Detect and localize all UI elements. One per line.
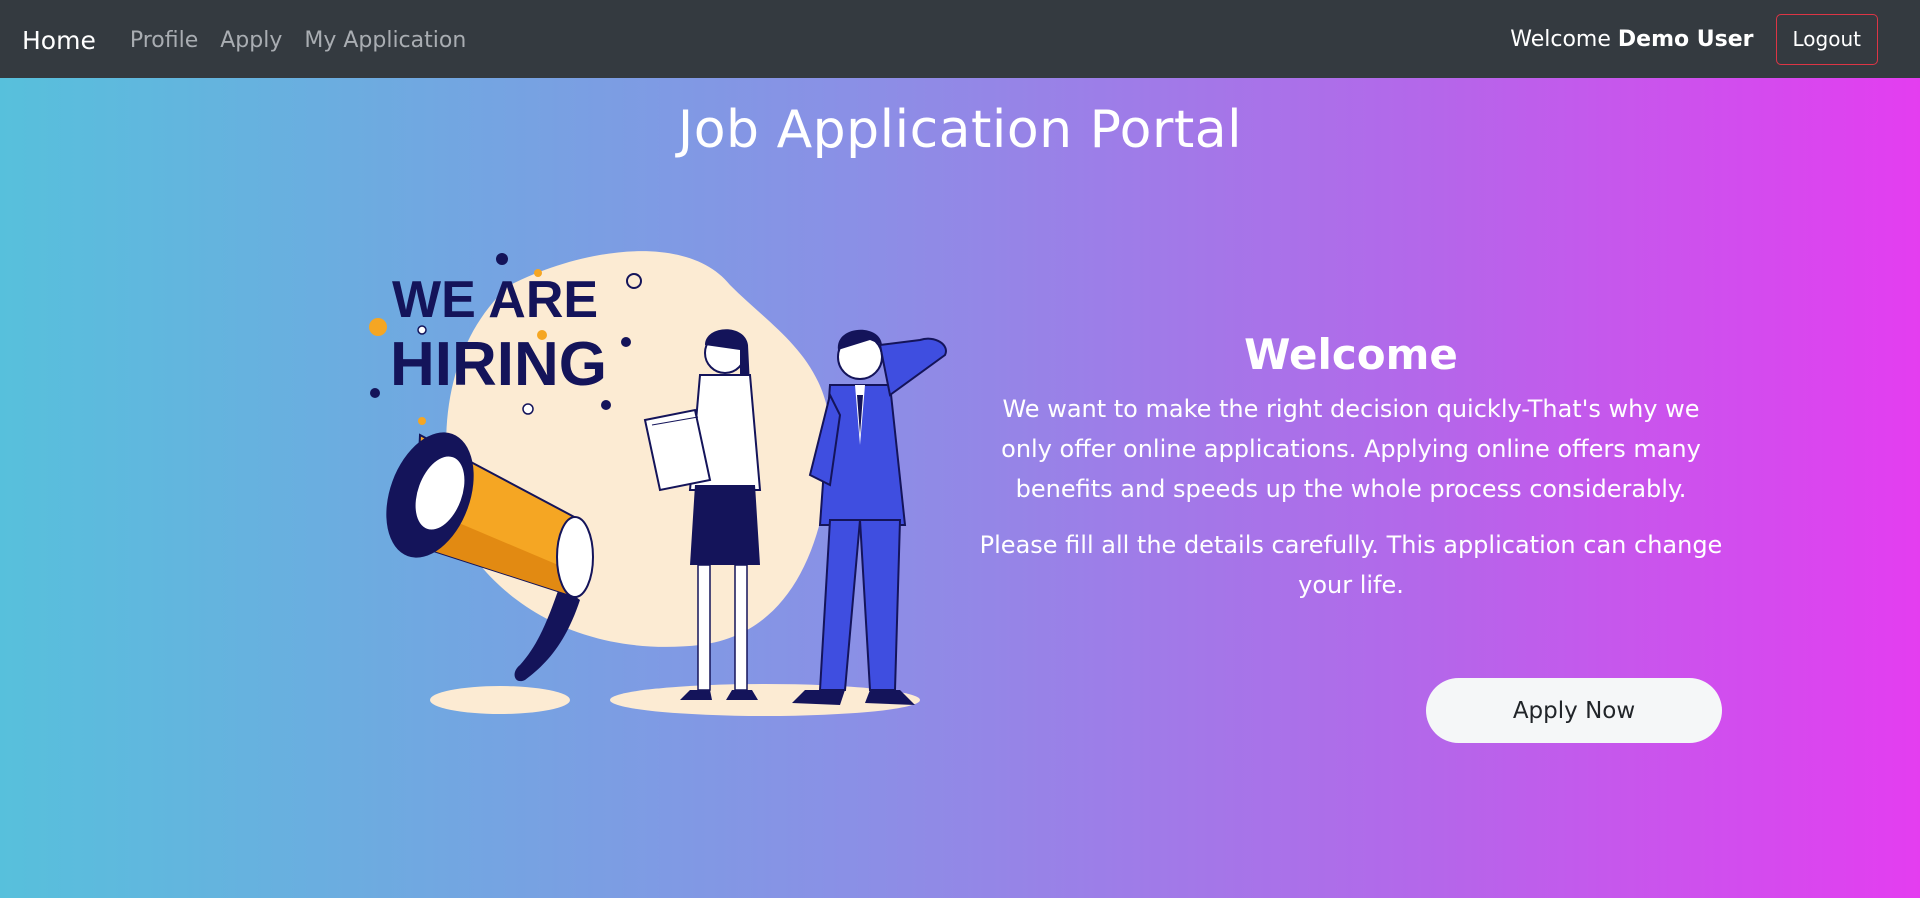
dot [601, 400, 611, 410]
nav-my-application-link[interactable]: My Application [304, 28, 466, 53]
dot [418, 417, 426, 425]
dot [621, 337, 631, 347]
dot [369, 318, 387, 336]
welcome-section: Welcome We want to make the right decisi… [975, 330, 1727, 621]
user-name: Demo User [1617, 26, 1754, 52]
page-title: Job Application Portal [677, 100, 1243, 160]
welcome-user-text: Welcome Demo User [1510, 27, 1753, 52]
welcome-paragraph-1: We want to make the right decision quick… [1001, 395, 1701, 503]
welcome-prefix: Welcome [1510, 26, 1611, 52]
ground-shadow-left [430, 686, 570, 714]
nav-apply-link[interactable]: Apply [220, 28, 282, 53]
welcome-paragraph-2: Please fill all the details carefully. T… [979, 531, 1723, 599]
apply-now-button[interactable]: Apply Now [1426, 678, 1722, 743]
nav-user-area: Welcome Demo User Logout [1510, 13, 1898, 65]
hiring-illustration: WE ARE HIRING [369, 251, 947, 716]
logout-button[interactable]: Logout [1775, 13, 1878, 65]
hiring-text: HIRING [390, 330, 607, 399]
dot [522, 403, 534, 415]
nav-home-link[interactable]: Home [22, 26, 96, 55]
welcome-heading: Welcome [1244, 330, 1458, 379]
nav-profile-link[interactable]: Profile [130, 28, 198, 53]
dot [417, 325, 427, 335]
dot [496, 253, 508, 265]
dot [534, 269, 542, 277]
dot [537, 330, 547, 340]
dot [370, 388, 380, 398]
top-navbar: Home Profile Apply My Application Welcom… [0, 0, 1920, 78]
we-are-text: WE ARE [392, 271, 598, 329]
